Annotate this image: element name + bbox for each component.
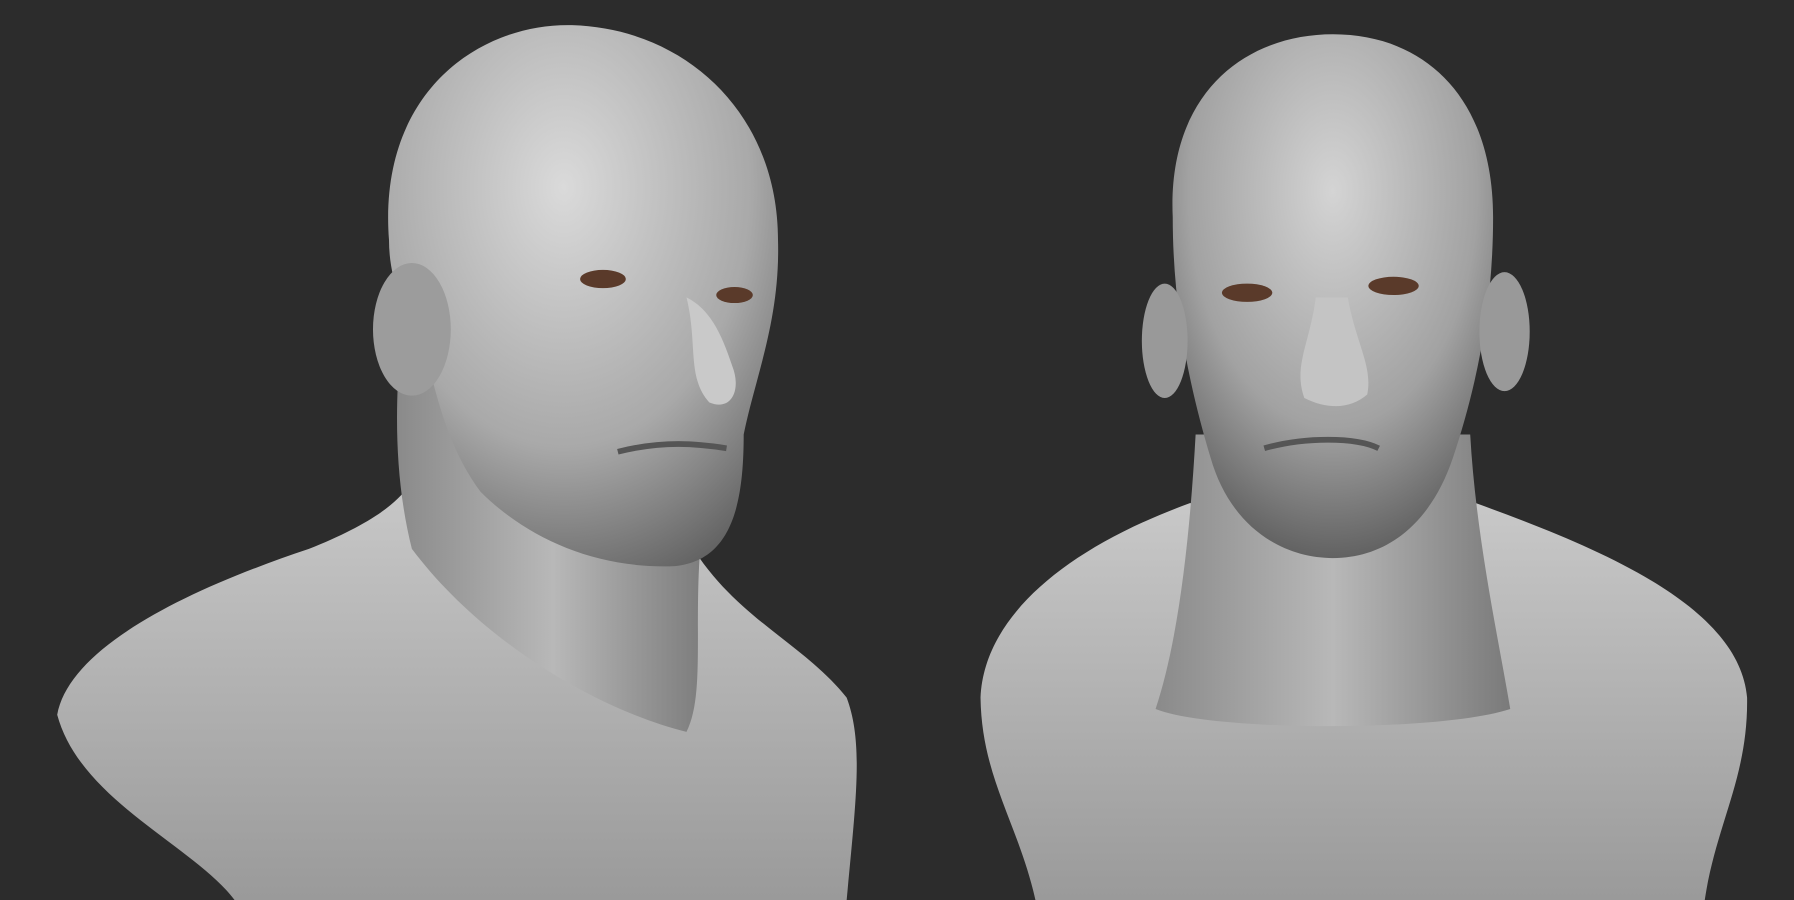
ear (372, 263, 451, 396)
render-canvas (0, 0, 1794, 900)
ear-right (1479, 272, 1530, 392)
eye-right (1368, 276, 1419, 296)
eye-right (716, 287, 753, 304)
eye-left (580, 269, 626, 289)
ear-left (1141, 283, 1188, 398)
eye-left (1221, 283, 1273, 302)
